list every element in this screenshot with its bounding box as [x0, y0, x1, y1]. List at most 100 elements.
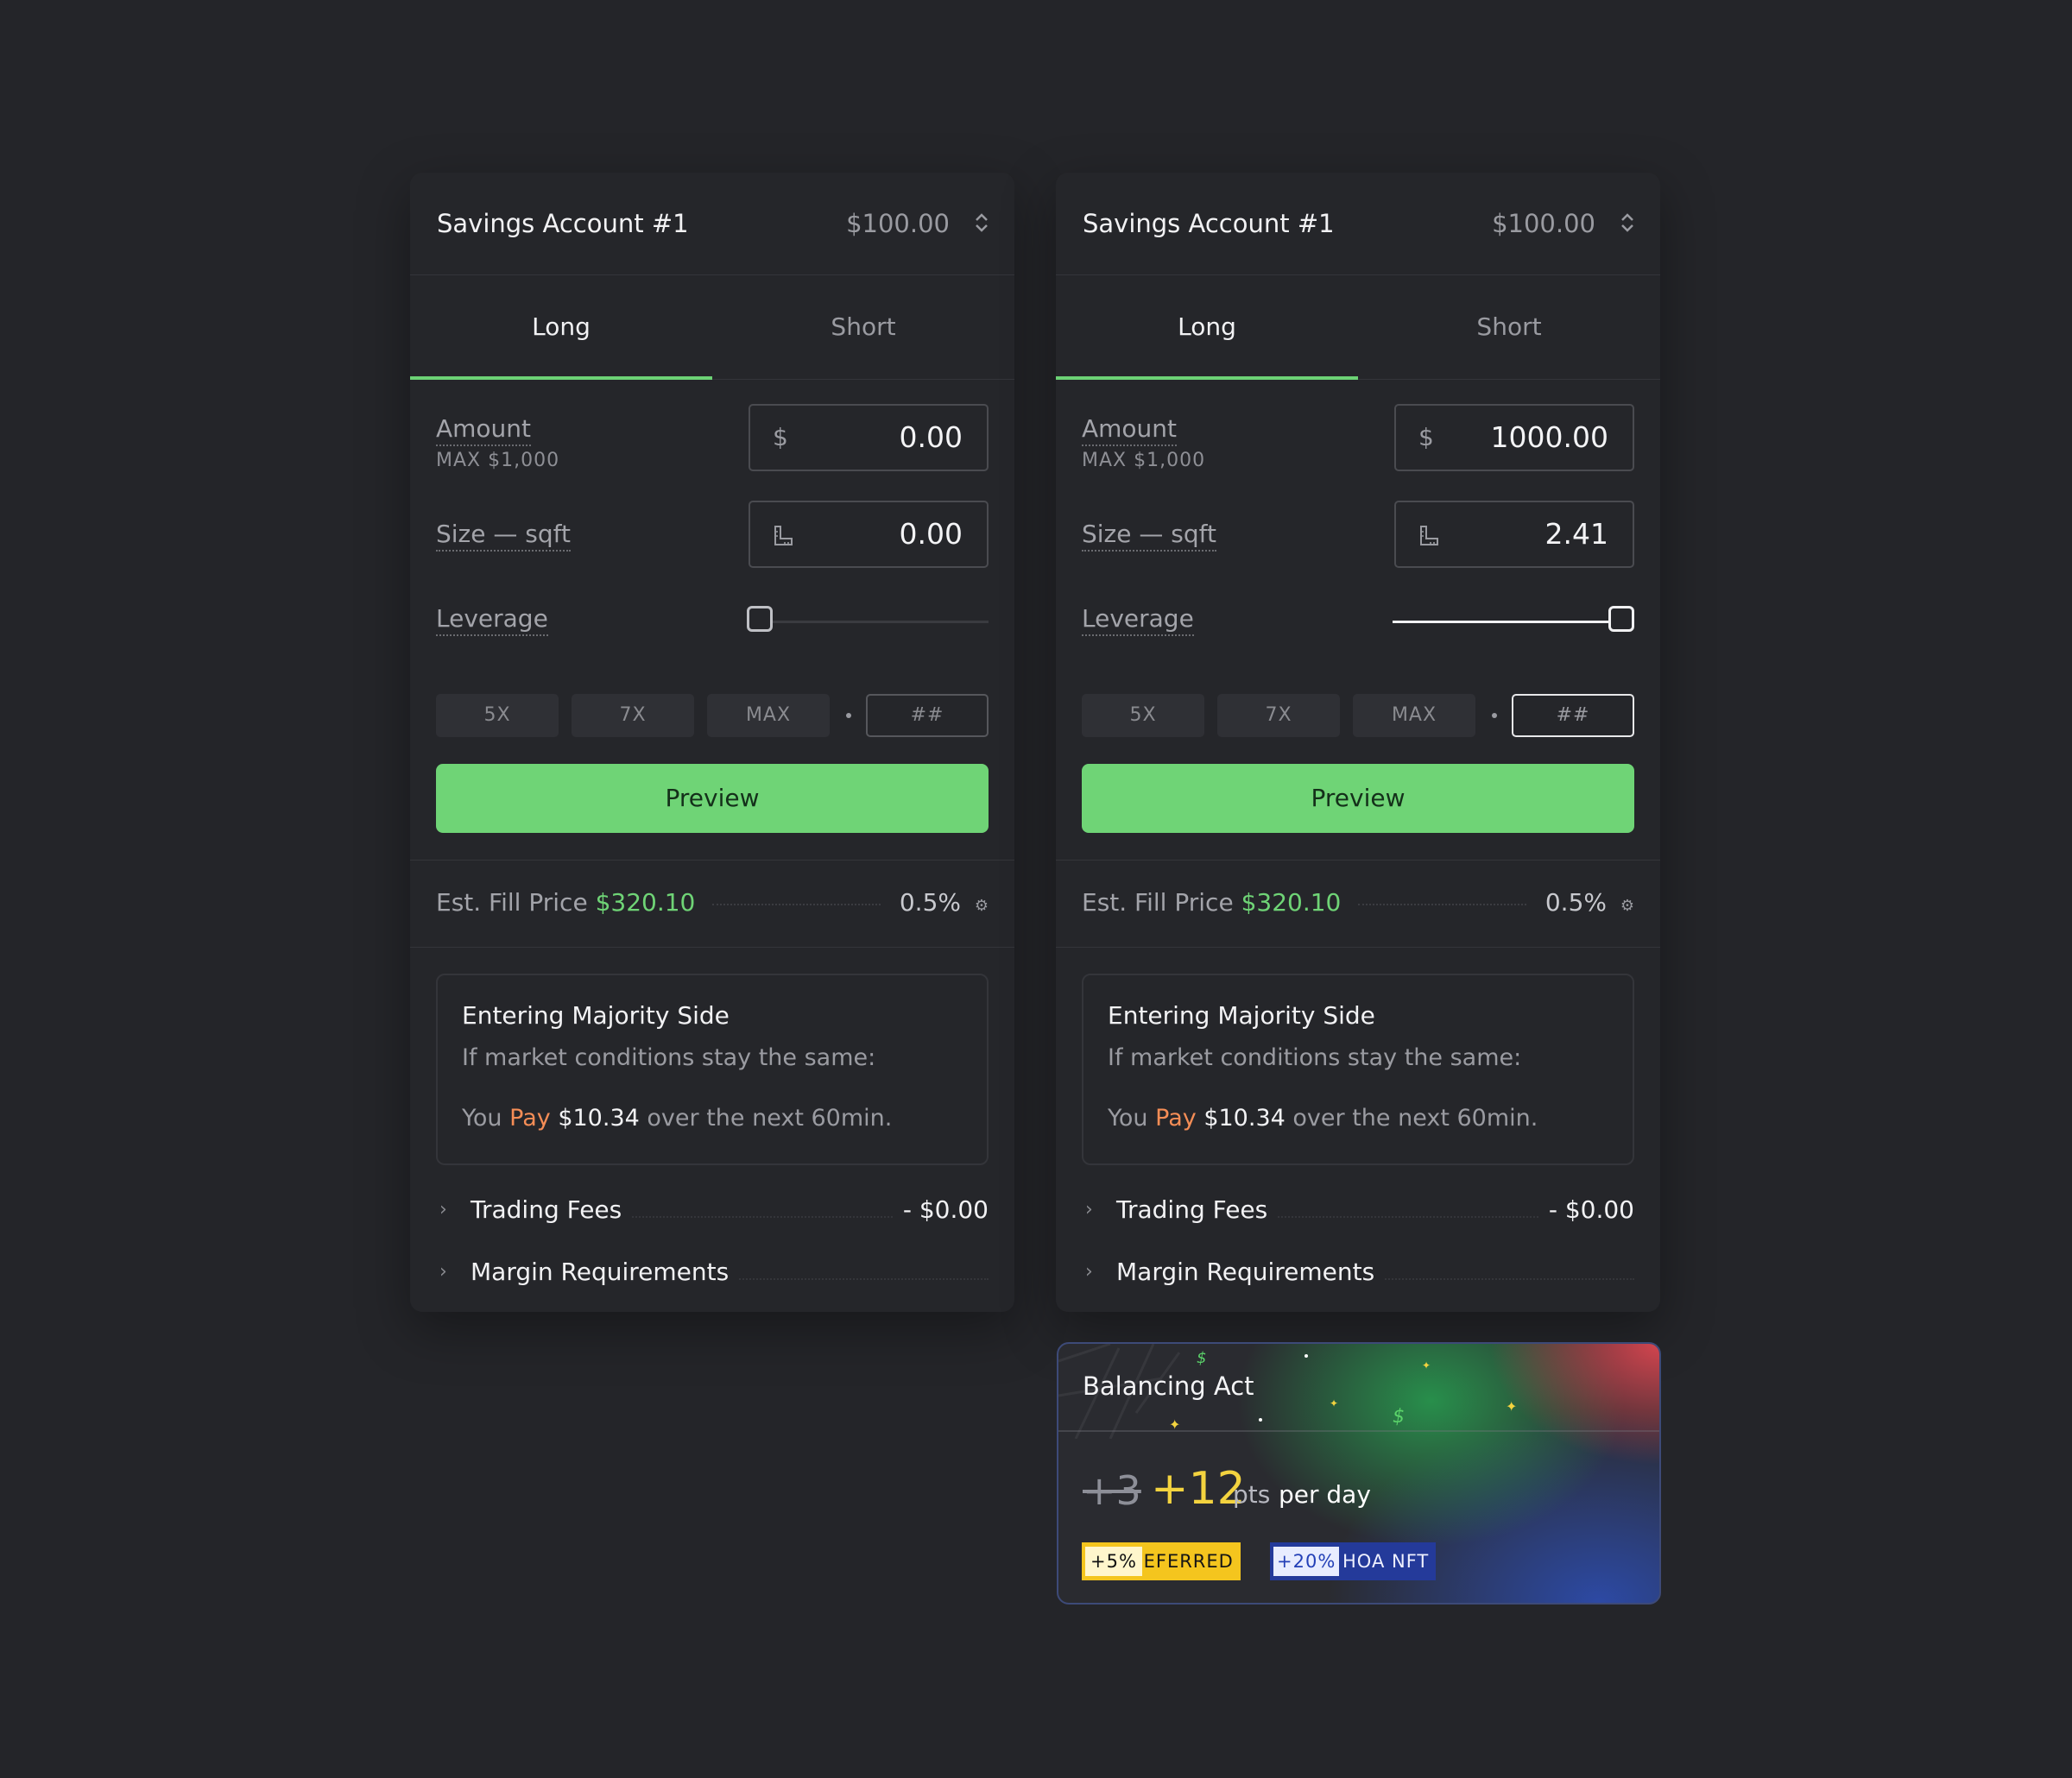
- preview-button[interactable]: Preview: [436, 764, 989, 833]
- notice-rest: over the next 60min.: [1292, 1105, 1538, 1132]
- leverage-slider[interactable]: [747, 604, 989, 639]
- account-name: Savings Account #1: [1083, 209, 1335, 238]
- majority-side-notice: Entering Majority Side If market conditi…: [1082, 974, 1634, 1165]
- size-input[interactable]: 0.00: [749, 501, 989, 568]
- trade-panel-right: Savings Account #1 $100.00 Long Short Am…: [1056, 173, 1660, 1312]
- notice-you: You: [1108, 1105, 1148, 1132]
- slider-thumb[interactable]: [1608, 606, 1634, 632]
- leverage-label: Leverage: [1082, 604, 1194, 636]
- trading-fees-row[interactable]: › Trading Fees - $0.00: [1082, 1195, 1634, 1230]
- preset-max-button[interactable]: MAX: [1353, 694, 1475, 737]
- fill-price-row: Est. Fill Price $320.10 0.5% ⚙: [1056, 860, 1660, 948]
- promo-divider: [1058, 1430, 1659, 1432]
- separator-dot: [1492, 713, 1497, 718]
- fill-price-text: Est. Fill Price $320.10: [1082, 888, 1341, 917]
- amount-value: 1000.00: [1490, 420, 1608, 454]
- sparkle-icon: ✦: [1422, 1359, 1431, 1371]
- trade-panel-left: Savings Account #1 $100.00 Long Short Am…: [410, 173, 1014, 1312]
- custom-leverage-input[interactable]: ##: [1512, 694, 1634, 737]
- balancing-act-card[interactable]: Balancing Act $ $ ✦ ✦ ✦ ✦ +3 +12 pts per…: [1057, 1342, 1661, 1605]
- hoa-nft-badge: +20% HOA NFT: [1270, 1542, 1437, 1580]
- chevron-right-icon: ›: [439, 1261, 447, 1283]
- amount-input[interactable]: $ 1000.00: [1394, 404, 1634, 471]
- trading-fees-value: - $0.00: [892, 1195, 989, 1224]
- notice-condition: If market conditions stay the same:: [462, 1044, 876, 1071]
- fill-price-text: Est. Fill Price $320.10: [436, 888, 695, 917]
- old-points: +3: [1083, 1467, 1141, 1514]
- account-header[interactable]: Savings Account #1 $100.00: [410, 173, 1014, 275]
- amount-row: Amount MAX $1,000 $ 1000.00: [1082, 404, 1634, 473]
- margin-requirements-label: Margin Requirements: [1116, 1258, 1386, 1286]
- dollar-icon: $: [1418, 423, 1434, 451]
- dotted-leader: [712, 904, 881, 905]
- size-input[interactable]: 2.41: [1394, 501, 1634, 568]
- preset-7x-button[interactable]: 7X: [1217, 694, 1340, 737]
- slider-track: [747, 621, 989, 623]
- notice-payment: You Pay $10.34 over the next 60min.: [462, 1105, 892, 1132]
- tab-short[interactable]: Short: [712, 275, 1014, 379]
- dollar-sparkle-icon: $: [1197, 1349, 1207, 1367]
- preset-5x-button[interactable]: 5X: [1082, 694, 1204, 737]
- leverage-presets: 5X 7X MAX ##: [1082, 694, 1634, 739]
- fill-price-label: Est. Fill Price: [1082, 888, 1234, 917]
- size-value: 2.41: [1545, 517, 1608, 551]
- size-label: Size — sqft: [1082, 520, 1216, 552]
- notice-condition: If market conditions stay the same:: [1108, 1044, 1522, 1071]
- leverage-slider[interactable]: [1393, 604, 1634, 639]
- preset-max-button[interactable]: MAX: [707, 694, 830, 737]
- gear-icon[interactable]: ⚙: [975, 897, 989, 915]
- trading-fees-label: Trading Fees: [1116, 1195, 1279, 1224]
- gear-icon[interactable]: ⚙: [1620, 897, 1634, 915]
- per-day-label: per day: [1279, 1480, 1371, 1509]
- points-unit: pts: [1233, 1480, 1271, 1509]
- sparkle-icon: ✦: [1506, 1398, 1518, 1415]
- trading-fees-label: Trading Fees: [471, 1195, 633, 1224]
- fill-price-value: $320.10: [595, 888, 696, 917]
- slider-thumb[interactable]: [747, 606, 773, 632]
- preset-5x-button[interactable]: 5X: [436, 694, 559, 737]
- separator-dot: [846, 713, 851, 718]
- notice-amount: $10.34: [558, 1105, 640, 1132]
- chevron-right-icon: ›: [1085, 1261, 1093, 1283]
- chevron-right-icon: ›: [439, 1199, 447, 1220]
- slippage-value: 0.5%: [899, 888, 961, 917]
- leverage-row: Leverage: [436, 604, 989, 639]
- referred-label: REFERRED: [1130, 1551, 1234, 1572]
- promo-title: Balancing Act: [1083, 1371, 1254, 1401]
- tab-long[interactable]: Long: [410, 275, 712, 380]
- star-dot: [1304, 1354, 1308, 1358]
- size-value: 0.00: [899, 517, 963, 551]
- fill-price-label: Est. Fill Price: [436, 888, 588, 917]
- trading-fees-row[interactable]: › Trading Fees - $0.00: [436, 1195, 989, 1230]
- side-tabs: Long Short: [1056, 275, 1660, 380]
- dollar-sparkle-icon: $: [1393, 1406, 1405, 1428]
- size-row: Size — sqft 2.41: [1082, 501, 1634, 570]
- referred-badge: +5% REFERRED: [1082, 1542, 1241, 1580]
- star-dot: [1259, 1418, 1262, 1422]
- account-balance: $100.00: [1492, 209, 1595, 238]
- sort-updown-icon[interactable]: [1619, 211, 1636, 235]
- fill-price-value: $320.10: [1241, 888, 1342, 917]
- amount-label: Amount: [1082, 414, 1178, 446]
- preview-button[interactable]: Preview: [1082, 764, 1634, 833]
- leverage-presets: 5X 7X MAX ##: [436, 694, 989, 739]
- amount-label: Amount: [436, 414, 532, 446]
- preset-7x-button[interactable]: 7X: [572, 694, 694, 737]
- tab-short[interactable]: Short: [1358, 275, 1660, 379]
- side-tabs: Long Short: [410, 275, 1014, 380]
- size-label: Size — sqft: [436, 520, 571, 552]
- trading-fees-value: - $0.00: [1538, 1195, 1634, 1224]
- amount-input[interactable]: $ 0.00: [749, 404, 989, 471]
- amount-value: 0.00: [899, 420, 963, 454]
- tab-long[interactable]: Long: [1056, 275, 1358, 380]
- majority-side-notice: Entering Majority Side If market conditi…: [436, 974, 989, 1165]
- notice-you: You: [462, 1105, 502, 1132]
- margin-requirements-row[interactable]: › Margin Requirements: [436, 1258, 989, 1292]
- account-header[interactable]: Savings Account #1 $100.00: [1056, 173, 1660, 275]
- referred-bonus: +5%: [1085, 1547, 1142, 1576]
- custom-leverage-input[interactable]: ##: [866, 694, 989, 737]
- margin-requirements-row[interactable]: › Margin Requirements: [1082, 1258, 1634, 1292]
- notice-heading: Entering Majority Side: [462, 1001, 730, 1030]
- size-row: Size — sqft 0.00: [436, 501, 989, 570]
- sort-updown-icon[interactable]: [973, 211, 990, 235]
